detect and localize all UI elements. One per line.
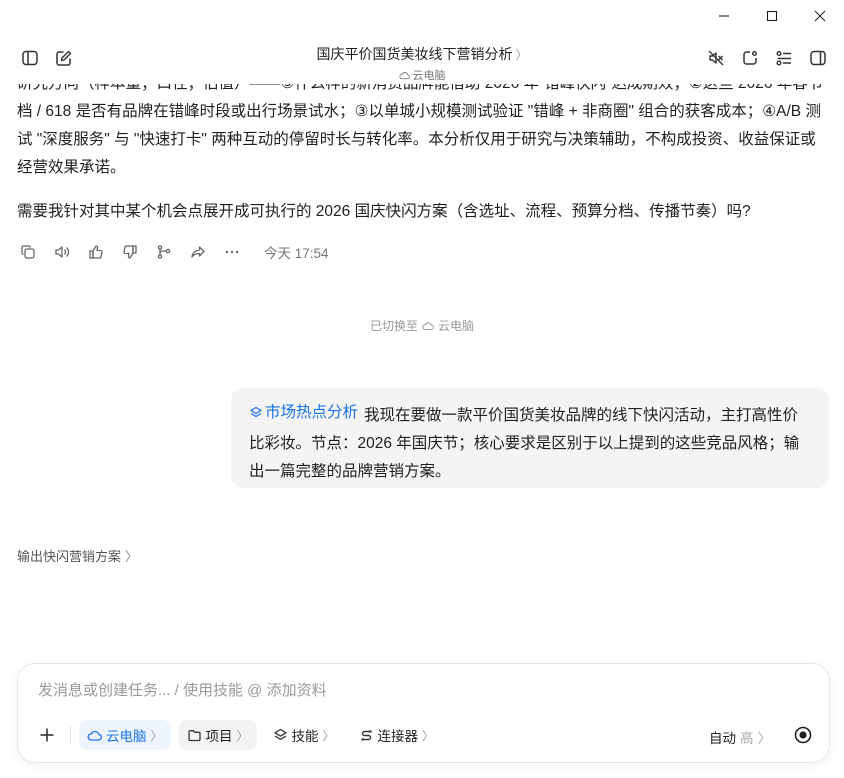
thumbs-up-icon bbox=[89, 245, 103, 259]
skill-chip[interactable]: 技能 〉 bbox=[265, 720, 343, 750]
layers-icon bbox=[250, 406, 262, 418]
mode-label: 自动 bbox=[709, 731, 736, 746]
copy-icon bbox=[21, 245, 35, 259]
chip-label: 云电脑 bbox=[106, 729, 147, 744]
chevron-right-icon: 〉 bbox=[322, 728, 335, 743]
mode-level: 高 bbox=[740, 731, 754, 746]
page-subtitle: 云电脑 bbox=[398, 67, 446, 83]
close-icon bbox=[814, 10, 826, 22]
task-link-label: 输出快闪营销方案 bbox=[17, 549, 122, 564]
record-stop-icon bbox=[794, 726, 812, 744]
project-chip[interactable]: 项目 〉 bbox=[178, 720, 257, 750]
cloud-computer-chip[interactable]: 云电脑 〉 bbox=[79, 720, 171, 750]
more-button[interactable] bbox=[224, 239, 258, 265]
cloud-icon bbox=[398, 71, 410, 79]
message-timestamp: 今天 17:54 bbox=[264, 246, 329, 261]
minimize-button[interactable] bbox=[700, 0, 748, 32]
message-composer: 云电脑 〉 项目 〉 技能 〉 连接器 〉 自动 高 〉 bbox=[17, 663, 830, 763]
message-input[interactable] bbox=[38, 682, 798, 699]
cloud-icon bbox=[87, 730, 102, 741]
assistant-message-paragraph: 研究方向（样本量；口径；估值）——③什么样的新消费品牌能借助 2026 年“错峰… bbox=[17, 84, 823, 176]
plus-icon bbox=[40, 728, 54, 742]
connector-icon bbox=[360, 729, 372, 741]
thumbs-down-icon bbox=[123, 245, 137, 259]
skill-tag[interactable]: 市场热点分析 bbox=[249, 399, 358, 427]
folder-icon bbox=[187, 729, 201, 741]
composer-toolbar: 云电脑 〉 项目 〉 技能 〉 连接器 〉 bbox=[32, 720, 450, 750]
cloud-icon bbox=[422, 321, 434, 330]
maximize-button[interactable] bbox=[748, 0, 796, 32]
chevron-right-icon: 〉 bbox=[125, 549, 139, 564]
copy-button[interactable] bbox=[20, 239, 54, 265]
toolbar-divider bbox=[70, 726, 71, 744]
assistant-message-question: 需要我针对其中某个机会点展开成可执行的 2026 国庆快闪方案（含选址、流程、预… bbox=[17, 203, 751, 220]
minimize-icon bbox=[719, 15, 729, 17]
read-aloud-button[interactable] bbox=[54, 239, 88, 265]
skill-tag-label: 市场热点分析 bbox=[265, 404, 359, 421]
list-icon bbox=[776, 51, 791, 66]
speaker-mute-icon bbox=[708, 50, 724, 66]
chevron-right-icon: 〉 bbox=[150, 728, 163, 743]
add-attachment-button[interactable] bbox=[32, 720, 62, 750]
chevron-right-icon: 〉 bbox=[515, 48, 528, 62]
panel-right-icon bbox=[810, 50, 826, 66]
chip-label: 技能 bbox=[291, 729, 319, 744]
page-title-text: 国庆平价国货美妆线下营销分析 bbox=[316, 46, 513, 62]
chip-label: 连接器 bbox=[377, 729, 419, 744]
dislike-button[interactable] bbox=[122, 239, 156, 265]
subtitle-text: 云电脑 bbox=[412, 70, 446, 82]
branch-button[interactable] bbox=[156, 239, 190, 265]
mute-button[interactable] bbox=[703, 45, 729, 71]
environment-switch-note: 已切换至 云电脑 bbox=[0, 317, 844, 334]
user-message-bubble: 市场热点分析 我现在要做一款平价国货美妆品牌的线下快闪活动，主打高性价比彩妆。节点… bbox=[231, 388, 829, 488]
chat-header: 国庆平价国货美妆线下营销分析〉 云电脑 bbox=[0, 32, 844, 84]
more-horizontal-icon bbox=[225, 250, 239, 254]
like-button[interactable] bbox=[88, 239, 122, 265]
chevron-right-icon: 〉 bbox=[236, 728, 249, 743]
switch-note-text: 已切换至 bbox=[369, 319, 418, 333]
share-screen-icon bbox=[743, 51, 757, 65]
forward-button[interactable] bbox=[190, 239, 224, 265]
connector-chip[interactable]: 连接器 〉 bbox=[351, 720, 443, 750]
task-list-button[interactable] bbox=[771, 45, 797, 71]
message-actions: 今天 17:54 bbox=[20, 239, 329, 265]
toggle-panel-button[interactable] bbox=[805, 45, 831, 71]
chevron-right-icon: 〉 bbox=[757, 731, 772, 746]
conversation-area: 研究方向（样本量；口径；估值）——③什么样的新消费品牌能借助 2026 年“错峰… bbox=[0, 84, 844, 660]
chip-label: 项目 bbox=[205, 729, 233, 744]
task-output-link[interactable]: 输出快闪营销方案 〉 bbox=[17, 546, 138, 565]
speaker-icon bbox=[55, 246, 70, 258]
send-button[interactable] bbox=[787, 719, 819, 751]
window-controls bbox=[700, 0, 844, 32]
branch-icon bbox=[157, 245, 171, 259]
chevron-right-icon: 〉 bbox=[422, 728, 435, 743]
share-arrow-icon bbox=[191, 246, 205, 258]
mode-selector[interactable]: 自动 高 〉 bbox=[709, 727, 771, 747]
layers-icon bbox=[273, 728, 287, 740]
share-button[interactable] bbox=[737, 45, 763, 71]
close-button[interactable] bbox=[796, 0, 844, 32]
switch-target-text: 云电脑 bbox=[438, 319, 475, 333]
maximize-icon bbox=[766, 10, 778, 22]
